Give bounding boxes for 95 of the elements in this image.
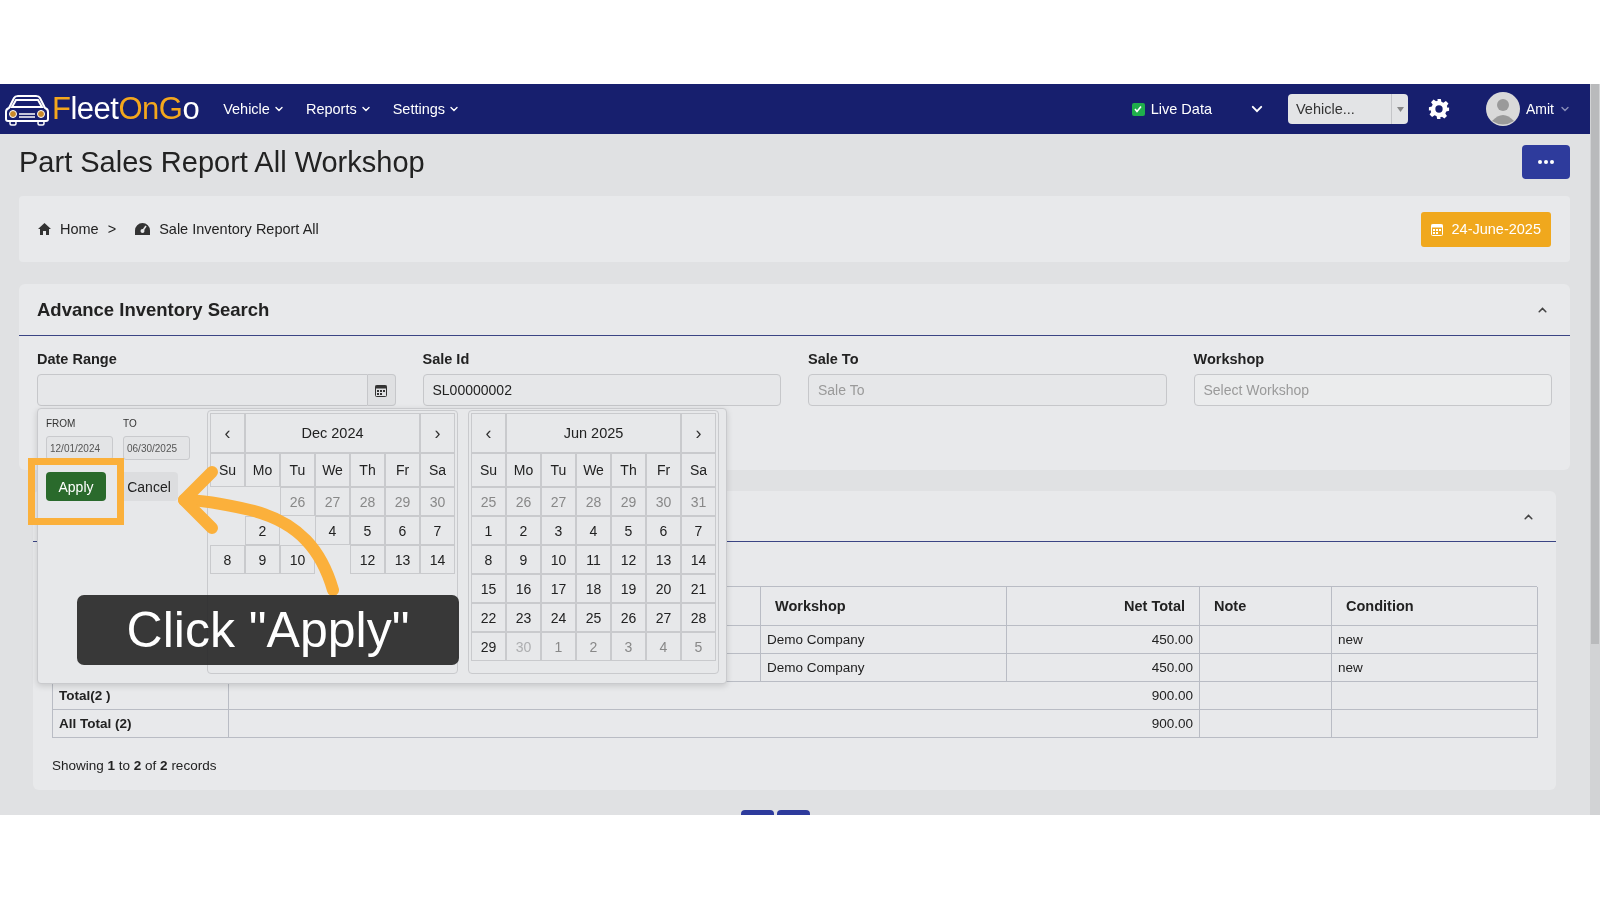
- nav-menu[interactable]: Reports: [305, 101, 371, 117]
- chevron-down-icon: [273, 104, 284, 114]
- table-cell: Demo Company: [761, 654, 1007, 682]
- breadcrumb-separator: >: [107, 221, 117, 237]
- next-month-button[interactable]: ›: [681, 413, 716, 453]
- calendar-day[interactable]: 3: [554, 522, 563, 539]
- scrollbar[interactable]: [1590, 84, 1600, 815]
- table-cell: 450.00: [1007, 654, 1200, 682]
- apply-button[interactable]: Apply: [46, 472, 106, 501]
- weekday-label: Su: [210, 453, 245, 487]
- weekday-label: Fr: [385, 453, 420, 487]
- table-cell: 450.00: [1007, 626, 1200, 654]
- chevron-down-icon: [360, 104, 371, 114]
- column-header: Note: [1200, 587, 1332, 626]
- calendar-day: 30: [515, 638, 532, 655]
- column-header: Net Total: [1007, 587, 1200, 626]
- calendar-day[interactable]: 6: [659, 522, 668, 539]
- calendar-day[interactable]: 7: [433, 522, 442, 539]
- weekday-label: Su: [471, 453, 506, 487]
- select-field[interactable]: Select Workshop: [1193, 374, 1552, 406]
- calendar-day[interactable]: 7: [694, 522, 703, 539]
- check-icon: [1133, 104, 1144, 114]
- calendar-day[interactable]: 2: [258, 522, 267, 539]
- weekday-label: Sa: [420, 453, 455, 487]
- chevron-down-icon: [1560, 104, 1570, 114]
- breadcrumb-link[interactable]: Sale Inventory Report All: [159, 221, 319, 237]
- weekday-label: We: [315, 453, 350, 487]
- gauge-icon: [135, 223, 151, 235]
- vehicle-select[interactable]: Vehicle...: [1288, 94, 1408, 124]
- table-cell: new: [1332, 626, 1538, 654]
- field-label: Sale To: [808, 351, 860, 367]
- previous-month-button[interactable]: ‹: [210, 413, 245, 453]
- user-name[interactable]: Amit: [1526, 101, 1554, 117]
- more-icon: [1538, 160, 1554, 164]
- weekday-label: Tu: [280, 453, 315, 487]
- weekday-label: Sa: [681, 453, 716, 487]
- settings-icon[interactable]: [1428, 98, 1450, 120]
- column-header: Workshop: [761, 587, 1007, 626]
- next-month-button[interactable]: ›: [420, 413, 455, 453]
- weekday-label: We: [576, 453, 611, 487]
- caret-down-icon: [1396, 106, 1404, 112]
- field-label: Workshop: [1193, 351, 1266, 367]
- calendar-icon: [375, 383, 388, 397]
- home-icon: [38, 223, 51, 235]
- calendar-day[interactable]: 9: [258, 551, 267, 568]
- from-date-field[interactable]: 12/01/2024: [46, 436, 113, 460]
- breadcrumb-link[interactable]: Home: [60, 221, 99, 237]
- calendar-day[interactable]: 4: [589, 522, 598, 539]
- weekday-label: Mo: [506, 453, 541, 487]
- calendar-day[interactable]: 6: [398, 522, 407, 539]
- section-title: Advance Inventory Search: [37, 298, 270, 321]
- weekday-label: Th: [350, 453, 385, 487]
- month-title: Dec 2024: [245, 413, 420, 453]
- column-header: Condition: [1332, 587, 1538, 626]
- logo-text: FleetOnGo: [52, 91, 200, 127]
- calendar-day[interactable]: 5: [624, 522, 633, 539]
- live-data-label: Live Data: [1150, 101, 1212, 117]
- weekday-label: Tu: [541, 453, 576, 487]
- previous-month-button[interactable]: ‹: [471, 413, 506, 453]
- calendar-day[interactable]: 9: [519, 551, 528, 568]
- nav-menu[interactable]: Settings: [392, 101, 460, 117]
- avatar-icon[interactable]: [1486, 92, 1520, 126]
- page-title: Part Sales Report All Workshop: [19, 145, 425, 179]
- hint-tooltip: Click "Apply": [77, 595, 459, 665]
- input-field[interactable]: Sale To: [808, 374, 1167, 406]
- input-field[interactable]: SL00000002: [422, 374, 781, 406]
- total-label: All Total (2): [53, 710, 229, 738]
- table-cell: Demo Company: [761, 626, 1007, 654]
- weekday-label: Mo: [245, 453, 280, 487]
- date-range-field[interactable]: [37, 374, 368, 406]
- calendar-icon: [1430, 222, 1443, 236]
- calendar-day[interactable]: 4: [328, 522, 337, 539]
- calendar-button[interactable]: [367, 374, 396, 406]
- weekday-label: Fr: [646, 453, 681, 487]
- calendar-day[interactable]: 8: [223, 551, 232, 568]
- field-label: Date Range: [37, 351, 118, 367]
- calendar-day[interactable]: 1: [484, 522, 493, 539]
- calendar-day[interactable]: 2: [519, 522, 528, 539]
- records-summary: Showing 1 to 2 of 2 records: [52, 758, 218, 773]
- to-date-field[interactable]: 06/30/2025: [123, 436, 190, 460]
- weekday-label: Th: [611, 453, 646, 487]
- live-data-checkbox[interactable]: [1131, 102, 1145, 116]
- nav-menu[interactable]: Vehicle: [223, 101, 284, 117]
- car-logo-icon: [4, 92, 50, 126]
- calendar-day[interactable]: 5: [363, 522, 372, 539]
- total-value: 900.00: [229, 710, 1200, 738]
- table-cell: new: [1332, 654, 1538, 682]
- field-label: TO: [123, 418, 138, 429]
- calendar-day[interactable]: 8: [484, 551, 493, 568]
- chevron-up-icon[interactable]: [1537, 304, 1548, 315]
- more-button[interactable]: [1522, 145, 1570, 179]
- month-title: Jun 2025: [506, 413, 681, 453]
- field-label: Sale Id: [422, 351, 471, 367]
- chevron-down-icon: [449, 104, 460, 114]
- field-label: FROM: [46, 418, 77, 429]
